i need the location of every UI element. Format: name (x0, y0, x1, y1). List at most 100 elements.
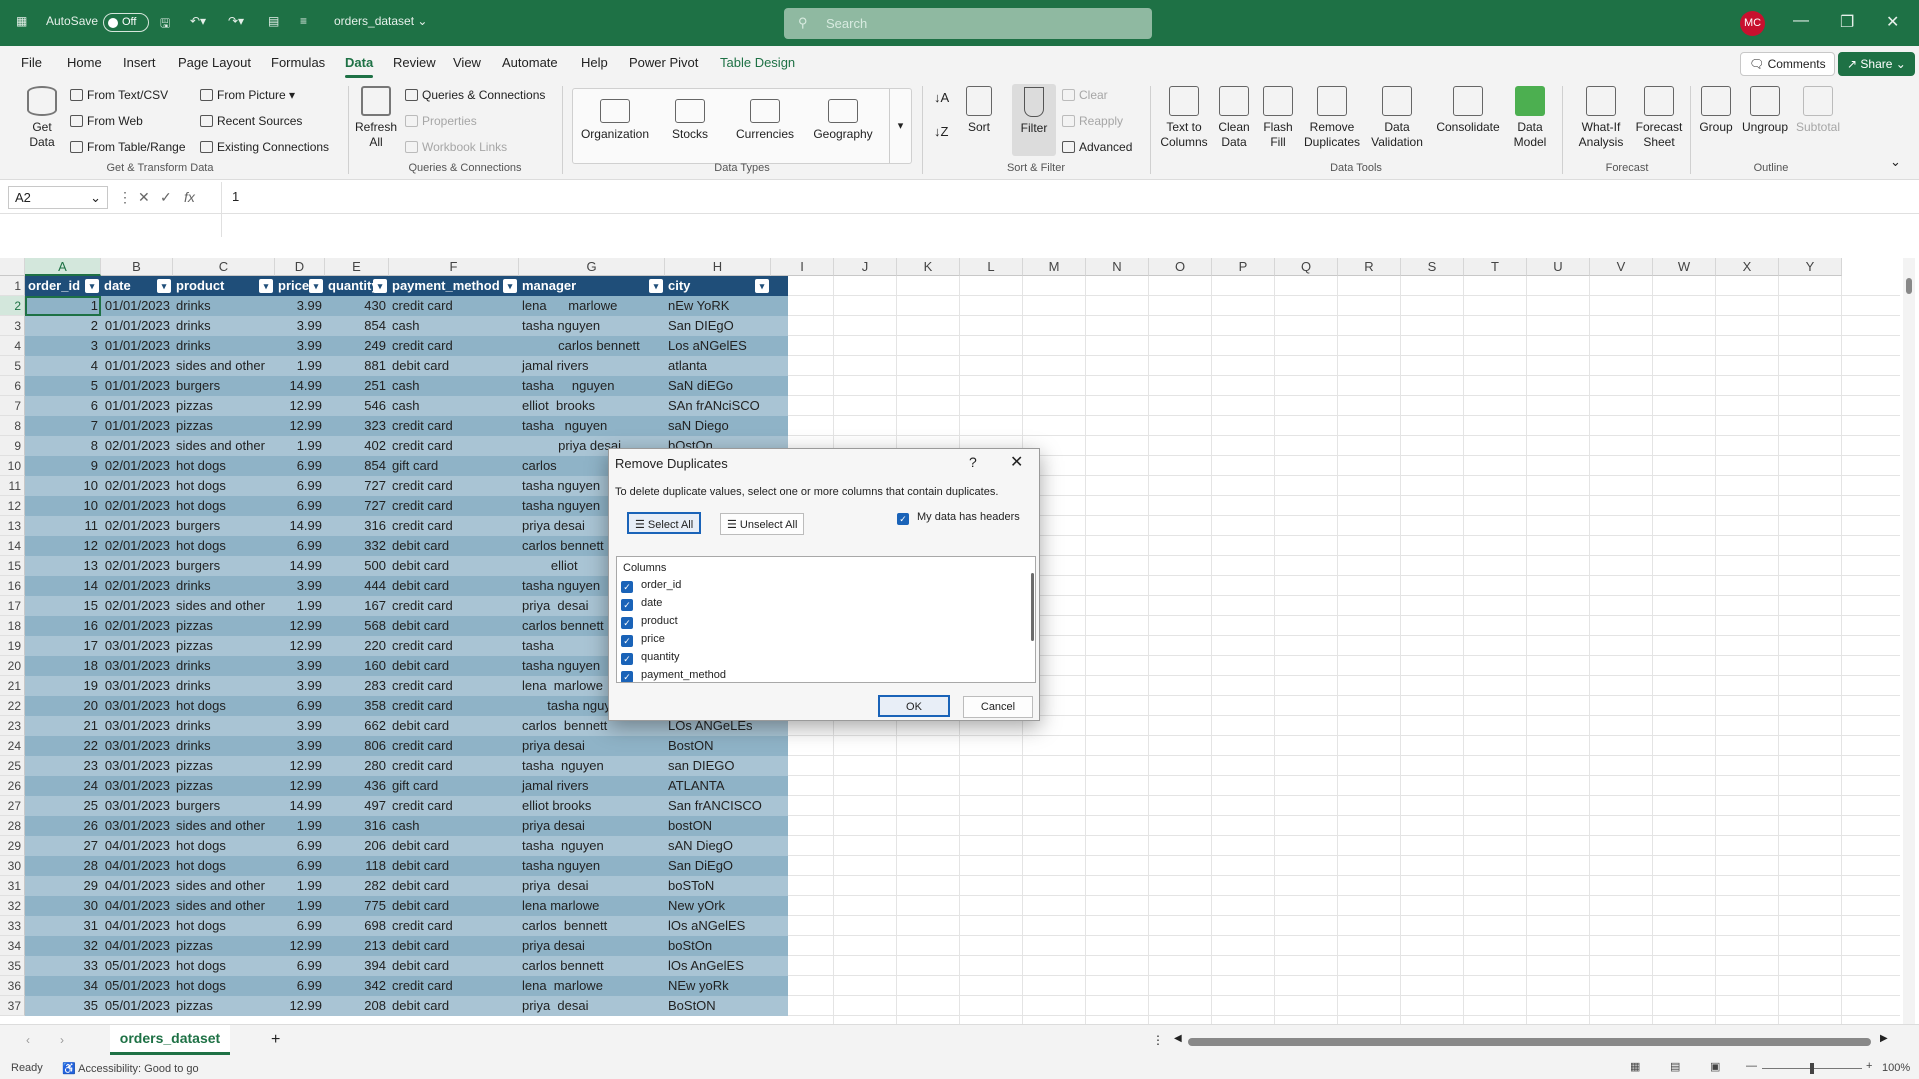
table-cell[interactable]: 01/01/2023 (101, 336, 173, 356)
table-cell[interactable]: credit card (389, 416, 519, 436)
table-row[interactable]: 1 01/01/2023 drinks 3.99 430 credit card lena … (25, 296, 788, 316)
table-cell[interactable]: jamal rivers (519, 356, 665, 376)
table-cell[interactable]: NEw yoRk (665, 976, 771, 996)
select-all-button[interactable]: ☰ Select All (627, 512, 702, 534)
horizontal-scrollbar[interactable] (1188, 1038, 1871, 1046)
table-row[interactable]: 25 03/01/2023 burgers 14.99 497 credit card el… (25, 796, 788, 816)
table-cell[interactable]: 27 (25, 836, 101, 856)
table-cell[interactable]: tasha nguyen (519, 316, 665, 336)
row-header[interactable]: 14 (0, 536, 25, 556)
columns-list[interactable]: Columns ✓ order_id ✓ date ✓ product ✓ price … (616, 556, 1036, 683)
table-cell[interactable]: 283 (325, 676, 389, 696)
select-all-corner[interactable] (0, 258, 25, 276)
consolidate-button[interactable]: Consolidate (1432, 86, 1504, 135)
table-cell[interactable]: pizzas (173, 996, 275, 1016)
table-cell[interactable]: 03/01/2023 (101, 656, 173, 676)
column-header-R[interactable]: R (1338, 258, 1401, 276)
remove-duplicates-button[interactable]: Remove Duplicates (1302, 86, 1362, 150)
table-row[interactable]: 35 05/01/2023 pizzas 12.99 208 debit card priy… (25, 996, 788, 1016)
table-cell[interactable]: carlos bennett (519, 916, 665, 936)
table-cell[interactable]: debit card (389, 576, 519, 596)
table-cell[interactable]: 727 (325, 496, 389, 516)
column-header-U[interactable]: U (1527, 258, 1590, 276)
table-cell[interactable]: 13 (25, 556, 101, 576)
currencies-button[interactable]: Currencies (727, 99, 803, 142)
data-validation-button[interactable]: Data Validation (1366, 86, 1428, 150)
filter-dropdown-icon[interactable]: ▾ (259, 279, 273, 293)
table-cell[interactable]: nEw YoRK (665, 296, 771, 316)
row-header[interactable]: 18 (0, 616, 25, 636)
table-cell[interactable]: 5 (25, 376, 101, 396)
column-header-J[interactable]: J (834, 258, 897, 276)
table-row[interactable]: 29 04/01/2023 sides and other 1.99 282 debit … (25, 876, 788, 896)
tab-review[interactable]: Review (393, 55, 436, 70)
close-icon[interactable]: ✕ (1010, 452, 1023, 472)
table-cell[interactable]: 26 (25, 816, 101, 836)
share-button[interactable]: ↗ Share ⌄ (1838, 52, 1915, 76)
table-cell[interactable]: debit card (389, 996, 519, 1016)
table-cell[interactable]: debit card (389, 956, 519, 976)
tab-insert[interactable]: Insert (123, 55, 156, 70)
table-cell[interactable]: credit card (389, 916, 519, 936)
list-scrollbar[interactable] (1031, 573, 1034, 641)
table-cell[interactable]: 31 (25, 916, 101, 936)
table-cell[interactable]: 3.99 (275, 296, 325, 316)
table-cell[interactable]: sides and other (173, 896, 275, 916)
table-cell[interactable]: 280 (325, 756, 389, 776)
queries-connections-button[interactable]: Queries & Connections (405, 88, 545, 102)
table-cell[interactable]: 160 (325, 656, 389, 676)
table-cell[interactable]: 18 (25, 656, 101, 676)
table-cell[interactable]: 12.99 (275, 776, 325, 796)
flash-fill-button[interactable]: Flash Fill (1258, 86, 1298, 150)
table-cell[interactable]: 4 (25, 356, 101, 376)
table-cell[interactable]: 332 (325, 536, 389, 556)
row-header[interactable]: 27 (0, 796, 25, 816)
table-cell[interactable]: New yOrk (665, 896, 771, 916)
table-cell[interactable]: 213 (325, 936, 389, 956)
row-header[interactable]: 25 (0, 756, 25, 776)
table-cell[interactable]: 568 (325, 616, 389, 636)
table-cell[interactable]: 03/01/2023 (101, 756, 173, 776)
undo-icon[interactable]: ↶▾ (190, 14, 206, 28)
column-checkbox[interactable]: ✓ product (621, 615, 678, 629)
table-cell[interactable]: 6.99 (275, 836, 325, 856)
table-cell[interactable]: 03/01/2023 (101, 736, 173, 756)
table-cell[interactable]: credit card (389, 336, 519, 356)
column-header-B[interactable]: B (101, 258, 173, 276)
table-cell[interactable]: debit card (389, 556, 519, 576)
column-header-T[interactable]: T (1464, 258, 1527, 276)
table-cell[interactable]: cash (389, 316, 519, 336)
table-cell[interactable]: 6.99 (275, 956, 325, 976)
table-cell[interactable]: hot dogs (173, 956, 275, 976)
save-icon[interactable]: 🖫 (160, 14, 170, 35)
existing-connections-button[interactable]: Existing Connections (200, 140, 329, 154)
table-cell[interactable]: 03/01/2023 (101, 776, 173, 796)
headers-checkbox[interactable]: ✓ My data has headers (897, 511, 1020, 525)
row-header[interactable]: 36 (0, 976, 25, 996)
table-cell[interactable]: debit card (389, 536, 519, 556)
table-cell[interactable]: tasha nguyen (519, 376, 665, 396)
row-header[interactable]: 17 (0, 596, 25, 616)
table-cell[interactable]: saN Diego (665, 416, 771, 436)
search-box[interactable]: ⚲ Search (784, 8, 1152, 39)
table-cell[interactable]: cash (389, 396, 519, 416)
cancel-entry-icon[interactable]: ✕ (138, 189, 150, 206)
file-name[interactable]: orders_dataset ⌄ (334, 14, 427, 28)
table-cell[interactable]: pizzas (173, 416, 275, 436)
table-cell[interactable]: credit card (389, 636, 519, 656)
row-header[interactable]: 22 (0, 696, 25, 716)
table-cell[interactable]: 3.99 (275, 576, 325, 596)
table-cell[interactable]: credit card (389, 516, 519, 536)
table-cell[interactable]: 05/01/2023 (101, 996, 173, 1016)
header-cell[interactable]: order_id ▾ (25, 276, 101, 296)
table-cell[interactable]: 04/01/2023 (101, 936, 173, 956)
table-cell[interactable]: 497 (325, 796, 389, 816)
table-cell[interactable]: hot dogs (173, 496, 275, 516)
table-cell[interactable]: debit card (389, 936, 519, 956)
stocks-button[interactable]: Stocks (657, 99, 723, 142)
table-cell[interactable]: debit card (389, 356, 519, 376)
refresh-all-button[interactable]: Refresh All (355, 86, 397, 150)
table-cell[interactable]: 03/01/2023 (101, 636, 173, 656)
table-cell[interactable]: 881 (325, 356, 389, 376)
tab-formulas[interactable]: Formulas (271, 55, 325, 70)
